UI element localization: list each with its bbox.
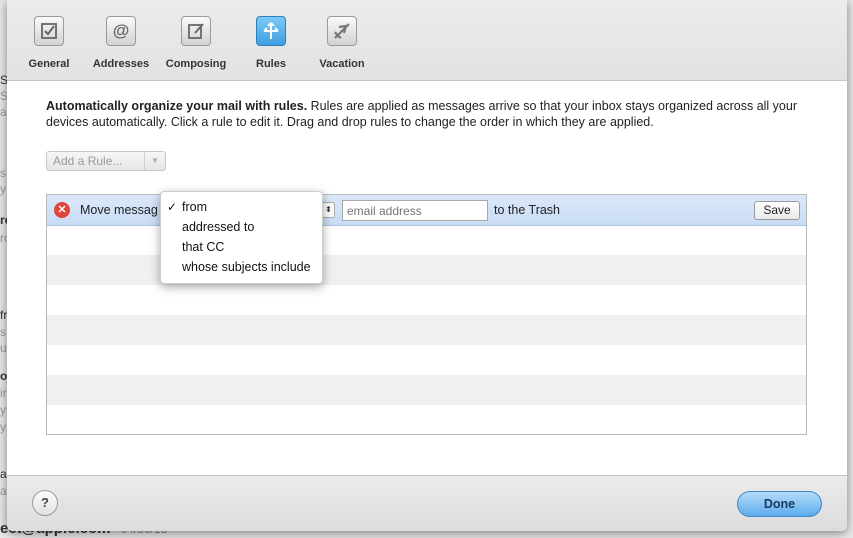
list-item <box>47 405 806 434</box>
list-item <box>47 285 806 315</box>
menu-item-label: from <box>182 200 207 214</box>
tab-label: Composing <box>165 58 227 70</box>
preferences-dialog: General @ Addresses Composing Rules Vaca… <box>7 0 847 531</box>
save-rule-button[interactable]: Save <box>754 201 800 220</box>
checkbox-icon <box>34 16 64 46</box>
condition-dropdown-menu: ✓ from addressed to that CC whose subjec… <box>160 191 323 284</box>
rule-action-label: to the Trash <box>494 203 561 217</box>
dialog-footer: ? Done <box>7 475 847 531</box>
at-sign-icon: @ <box>106 16 136 46</box>
delete-rule-icon[interactable]: ✕ <box>54 202 70 218</box>
rule-prefix: Move messag <box>80 203 158 217</box>
preferences-toolbar: General @ Addresses Composing Rules Vaca… <box>7 0 847 81</box>
tab-label: General <box>28 58 70 70</box>
tab-label: Vacation <box>319 58 365 70</box>
list-item <box>47 375 806 405</box>
add-rule-popup[interactable]: Add a Rule... ▼ <box>46 151 166 171</box>
tab-addresses[interactable]: @ Addresses <box>85 16 157 70</box>
email-address-input[interactable] <box>342 200 488 221</box>
checkmark-icon: ✓ <box>167 200 178 214</box>
done-button[interactable]: Done <box>737 491 822 517</box>
add-rule-label: Add a Rule... <box>53 154 123 168</box>
airplane-icon <box>327 16 357 46</box>
compose-icon <box>181 16 211 46</box>
help-button[interactable]: ? <box>32 490 58 516</box>
chevron-down-icon: ▼ <box>144 152 165 170</box>
menu-item-addressed-to[interactable]: addressed to <box>182 220 254 240</box>
tab-general[interactable]: General <box>13 16 85 70</box>
rules-description-bold: Automatically organize your mail with ru… <box>46 99 308 113</box>
menu-item-from[interactable]: ✓ from <box>167 200 207 220</box>
rules-description: Automatically organize your mail with ru… <box>46 98 806 130</box>
tab-label: Addresses <box>92 58 150 70</box>
list-item <box>47 345 806 375</box>
tab-composing[interactable]: Composing <box>160 16 232 70</box>
condition-popup-arrows-icon[interactable]: ⬍ <box>322 202 335 218</box>
tab-rules[interactable]: Rules <box>235 16 307 70</box>
tab-vacation[interactable]: Vacation <box>306 16 378 70</box>
list-item <box>47 315 806 345</box>
menu-item-that-cc[interactable]: that CC <box>182 240 224 260</box>
menu-item-subjects-include[interactable]: whose subjects include <box>182 260 311 280</box>
rules-arrows-icon <box>256 16 286 46</box>
tab-label: Rules <box>256 58 286 70</box>
